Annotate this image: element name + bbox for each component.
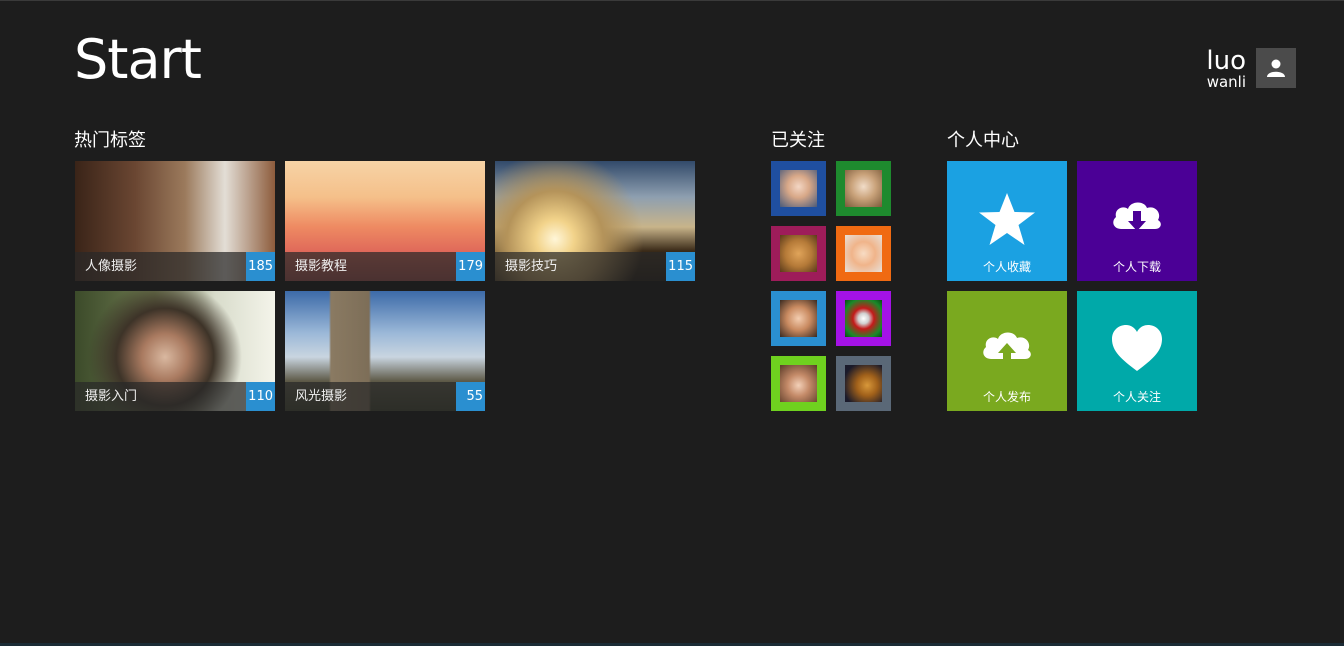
heart-icon: [1112, 325, 1162, 371]
center-title: 个人中心: [947, 130, 1019, 151]
tag-label: 人像摄影: [85, 259, 138, 274]
followed-user-tile[interactable]: [771, 226, 826, 281]
followed-avatar: [845, 170, 882, 207]
followed-user-tile[interactable]: [771, 161, 826, 216]
followed-user-tile[interactable]: [771, 356, 826, 411]
tag-tile-tutorial[interactable]: 摄影教程 179: [285, 161, 485, 281]
followed-user-tile[interactable]: [836, 356, 891, 411]
top-border: [0, 0, 1344, 1]
followed-avatar: [780, 365, 817, 402]
tile-label: 个人下载: [1112, 260, 1161, 274]
tag-tile-technique[interactable]: 摄影技巧 115: [495, 161, 695, 281]
followed-user-tile[interactable]: [836, 291, 891, 346]
followed-avatar: [845, 365, 882, 402]
tag-label: 摄影技巧: [505, 259, 558, 274]
user-account[interactable]: luo wanli: [1206, 48, 1296, 90]
publish-tile[interactable]: 个人发布: [947, 291, 1067, 411]
tag-label: 风光摄影: [295, 389, 348, 404]
followed-user-tile[interactable]: [836, 161, 891, 216]
downloads-tile[interactable]: 个人下载: [1077, 161, 1197, 281]
tag-count: 55: [456, 382, 485, 411]
tile-label: 个人发布: [982, 390, 1031, 404]
tile-label: 个人关注: [1112, 390, 1161, 404]
followed-user-tile[interactable]: [836, 226, 891, 281]
cloud-upload-icon: [983, 332, 1031, 362]
cloud-download-icon: [1113, 202, 1161, 231]
tag-label: 摄影入门: [85, 389, 138, 404]
tag-count: 115: [666, 252, 695, 281]
followed-avatar: [845, 235, 882, 272]
tag-tile-intro[interactable]: 摄影入门 110: [75, 291, 275, 411]
user-last-name: wanli: [1206, 73, 1246, 91]
followed-user-tile[interactable]: [771, 291, 826, 346]
following-tile[interactable]: 个人关注: [1077, 291, 1197, 411]
avatar[interactable]: [1256, 48, 1296, 88]
followed-avatar: [780, 300, 817, 337]
followed-avatar: [845, 300, 882, 337]
followed-avatar: [780, 235, 817, 272]
followed-avatar: [780, 170, 817, 207]
hot-tags-title: 热门标签: [74, 130, 146, 151]
tile-label: 个人收藏: [982, 260, 1031, 274]
tag-count: 185: [246, 252, 275, 281]
tag-label: 摄影教程: [295, 259, 348, 274]
user-names: luo wanli: [1206, 48, 1246, 90]
user-icon: [1267, 59, 1285, 77]
tag-count: 110: [246, 382, 275, 411]
user-first-name: luo: [1206, 46, 1246, 76]
page-title: Start: [74, 28, 202, 91]
favorites-tile[interactable]: 个人收藏: [947, 161, 1067, 281]
followed-title: 已关注: [771, 130, 825, 151]
tag-tile-portrait[interactable]: 人像摄影 185: [75, 161, 275, 281]
tag-count: 179: [456, 252, 485, 281]
tag-tile-landscape[interactable]: 风光摄影 55: [285, 291, 485, 411]
star-icon: [979, 193, 1035, 245]
